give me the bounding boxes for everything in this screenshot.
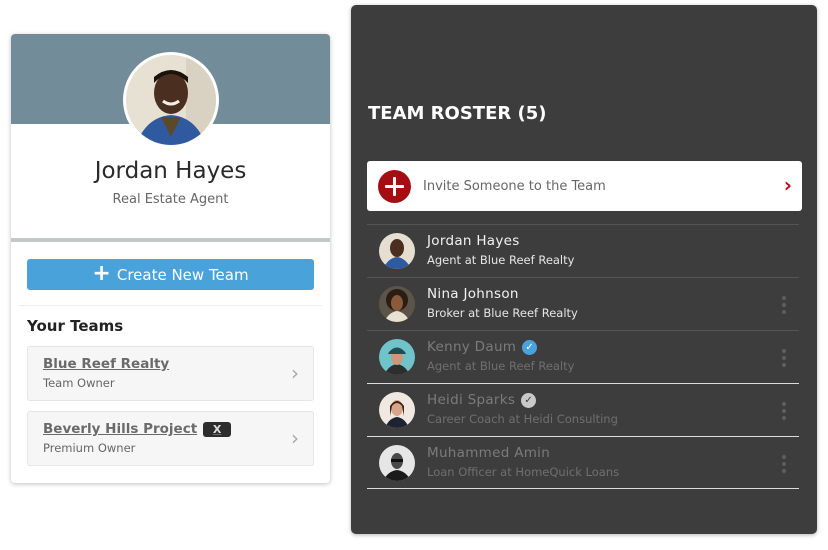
team-role: Premium Owner xyxy=(43,441,136,455)
member-name-text: Jordan Hayes xyxy=(427,233,520,249)
invite-label: Invite Someone to the Team xyxy=(423,178,606,194)
roster-member[interactable]: Heidi Sparks ✓ Career Coach at Heidi Con… xyxy=(367,383,799,436)
your-teams-heading: Your Teams xyxy=(27,317,124,335)
member-name: Kenny Daum ✓ xyxy=(427,339,538,355)
premium-badge-icon: X xyxy=(203,421,232,437)
member-name: Heidi Sparks ✓ xyxy=(427,392,537,408)
team-role: Team Owner xyxy=(43,376,115,390)
roster-member[interactable]: Jordan Hayes Agent at Blue Reef Realty xyxy=(367,224,799,277)
create-new-team-label: Create New Team xyxy=(116,265,249,284)
create-new-team-button[interactable]: + Create New Team xyxy=(27,259,314,290)
more-options-icon[interactable] xyxy=(781,296,787,314)
team-name-link[interactable]: Beverly Hills Project X xyxy=(43,421,232,437)
member-name: Nina Johnson xyxy=(427,286,519,302)
avatar xyxy=(379,233,415,269)
member-subtitle: Agent at Blue Reef Realty xyxy=(427,359,575,373)
roster-member[interactable]: Muhammed Amin Loan Officer at HomeQuick … xyxy=(367,436,799,489)
avatar xyxy=(379,286,415,322)
member-name: Jordan Hayes xyxy=(427,233,520,249)
member-subtitle: Career Coach at Heidi Consulting xyxy=(427,412,618,426)
roster-list: Jordan Hayes Agent at Blue Reef Realty N… xyxy=(367,224,799,489)
chevron-right-icon[interactable]: › xyxy=(291,361,299,385)
member-name-text: Kenny Daum xyxy=(427,339,517,355)
roster-member[interactable]: Kenny Daum ✓ Agent at Blue Reef Realty xyxy=(367,330,799,383)
verified-check-icon: ✓ xyxy=(522,339,538,355)
avatar xyxy=(379,339,415,375)
member-name-text: Nina Johnson xyxy=(427,286,519,302)
avatar xyxy=(379,445,415,481)
more-options-icon[interactable] xyxy=(781,349,787,367)
member-name: Muhammed Amin xyxy=(427,445,550,461)
member-name-text: Muhammed Amin xyxy=(427,445,551,461)
page: Jordan Hayes Real Estate Agent + Create … xyxy=(0,0,828,550)
more-options-icon[interactable] xyxy=(781,455,787,473)
verified-check-icon: ✓ xyxy=(521,392,537,408)
member-name-text: Heidi Sparks xyxy=(427,392,516,408)
profile-avatar[interactable] xyxy=(123,52,219,148)
profile-name: Jordan Hayes xyxy=(94,158,247,184)
team-card-beverly-hills-project[interactable]: Beverly Hills Project X Premium Owner › xyxy=(27,411,314,466)
team-name[interactable]: Blue Reef Realty xyxy=(43,356,169,372)
member-subtitle: Broker at Blue Reef Realty xyxy=(427,306,578,320)
team-roster-panel: TEAM ROSTER (5) Invite Someone to the Te… xyxy=(351,5,817,534)
team-name-link[interactable]: Blue Reef Realty xyxy=(43,356,169,372)
add-circle-icon xyxy=(378,169,411,203)
member-subtitle: Agent at Blue Reef Realty xyxy=(427,253,575,267)
team-name[interactable]: Beverly Hills Project xyxy=(43,421,197,437)
invite-to-team-button[interactable]: Invite Someone to the Team › xyxy=(367,161,802,211)
divider xyxy=(11,238,330,242)
avatar xyxy=(379,392,415,428)
roster-title: TEAM ROSTER (5) xyxy=(368,103,547,124)
member-subtitle: Loan Officer at HomeQuick Loans xyxy=(427,465,620,479)
more-options-icon[interactable] xyxy=(781,402,787,420)
team-card-blue-reef-realty[interactable]: Blue Reef Realty Team Owner › xyxy=(27,346,314,401)
chevron-right-icon[interactable]: › xyxy=(291,426,299,450)
profile-title: Real Estate Agent xyxy=(112,192,229,207)
divider xyxy=(19,305,322,306)
chevron-right-icon: › xyxy=(783,173,792,197)
roster-member[interactable]: Nina Johnson Broker at Blue Reef Realty xyxy=(367,277,799,330)
profile-card: Jordan Hayes Real Estate Agent + Create … xyxy=(11,34,330,483)
plus-icon: + xyxy=(92,260,111,286)
